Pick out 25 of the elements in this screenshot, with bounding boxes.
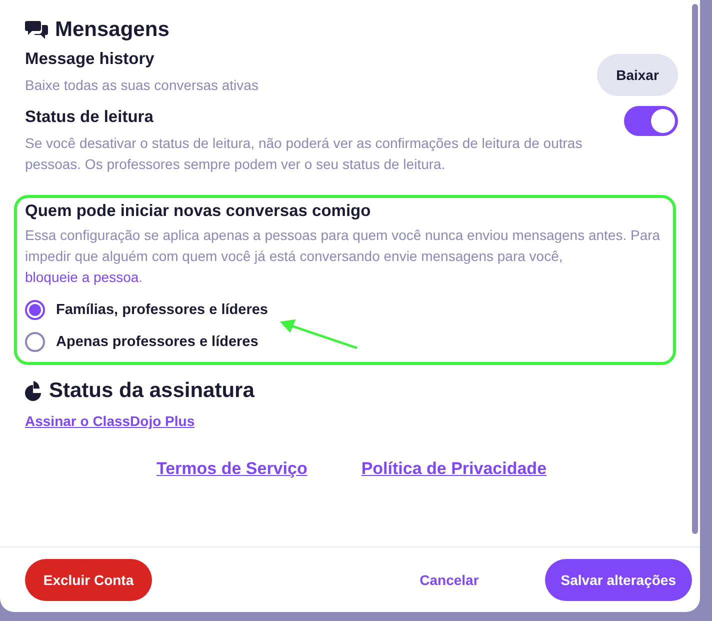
radio-label[interactable]: Famílias, professores e líderes	[56, 302, 268, 318]
setting-description: Essa configuração se aplica apenas a pessoas para quem você nunca enviou mensagens antes. Para impedir que alguém com quem você já está conversando envie mensagens para você, bloqueie a pessoa.	[25, 226, 662, 287]
toggle-switch[interactable]	[624, 106, 678, 136]
setting-description: Baixe todas as suas conversas ativas	[25, 76, 260, 95]
section-title: Mensagens	[55, 18, 170, 42]
setting-label: Status de leitura	[25, 108, 154, 127]
radio-button[interactable]	[25, 300, 45, 320]
save-button[interactable]: Salvar alterações	[544, 559, 692, 601]
delete-account-button[interactable]: Excluir Conta	[25, 559, 152, 601]
setting-description: Se você desativar o status de leitura, não poderá ver as confirmações de leitura de outras pessoas. Os professores sempre podem ver o seu status de leitura.	[25, 134, 584, 174]
radio-button[interactable]	[25, 332, 45, 352]
setting-label: Quem pode iniciar novas conversas comigo	[25, 202, 372, 221]
radio-label[interactable]: Apenas professores e líderes	[56, 334, 258, 350]
chat-bubbles-icon	[25, 19, 49, 41]
setting-label: Message history	[25, 50, 156, 69]
scrollbar-thumb[interactable]	[692, 4, 698, 534]
pie-chart-icon	[25, 381, 43, 401]
block-link[interactable]: bloqueie a pessoa	[25, 269, 139, 285]
subscribe-link[interactable]: Assinar o ClassDojo Plus	[25, 413, 195, 429]
section-title: Status da assinatura	[49, 379, 254, 403]
footer-link[interactable]: Termos de Serviço	[156, 459, 308, 479]
arrow-icon	[279, 318, 359, 350]
cancel-button[interactable]: Cancelar	[404, 559, 495, 601]
footer-link[interactable]: Política de Privacidade	[361, 459, 547, 479]
download-button[interactable]: Baixar	[597, 54, 678, 96]
